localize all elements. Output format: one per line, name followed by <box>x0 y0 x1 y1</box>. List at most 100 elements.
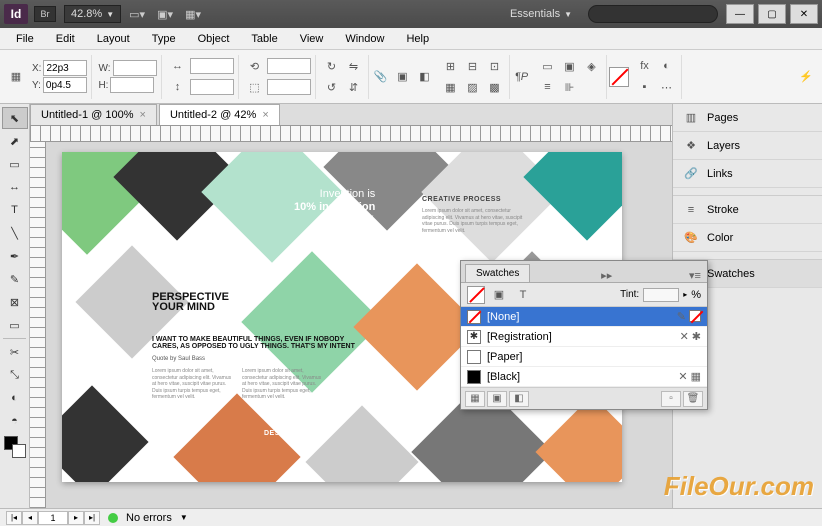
shear-input[interactable] <box>267 79 311 95</box>
paragraph-style-icon[interactable]: ¶P <box>512 67 532 87</box>
tint-input[interactable] <box>643 288 679 302</box>
next-page-button[interactable]: ▸ <box>68 511 84 525</box>
show-color-swatches-button[interactable]: ▣ <box>487 391 507 407</box>
collapse-icon[interactable]: ▸▸ <box>595 269 618 282</box>
wrap-none-icon[interactable]: ▭ <box>538 56 558 76</box>
line-tool[interactable]: ╲ <box>2 222 28 244</box>
fit-content-icon[interactable]: ⊞ <box>441 56 461 76</box>
rectangle-frame-tool[interactable]: ⊠ <box>2 291 28 313</box>
clip-icon[interactable]: 📎 <box>371 67 391 87</box>
swatch-row[interactable]: [Registration] ✕✱ <box>461 327 707 347</box>
flip-v-icon[interactable]: ⇵ <box>344 77 364 97</box>
scale-y-icon[interactable]: ↕ <box>168 77 188 97</box>
gap-tool[interactable]: ↔ <box>2 176 28 198</box>
arrange-docs-icon[interactable]: ▦▾ <box>181 3 205 25</box>
swatches-panel[interactable]: Swatches ▸▸ ▾≡ ▣ T Tint: ▸ % [None] ✎ [R… <box>460 260 708 410</box>
prev-page-button[interactable]: ◂ <box>22 511 38 525</box>
select-content-icon[interactable]: ◧ <box>415 67 435 87</box>
flip-h-icon[interactable]: ⇋ <box>344 56 364 76</box>
x-input[interactable] <box>43 60 87 76</box>
selection-tool[interactable]: ⬉ <box>2 107 28 129</box>
menu-file[interactable]: File <box>6 30 44 48</box>
h-input[interactable] <box>110 77 154 93</box>
menu-object[interactable]: Object <box>188 30 240 48</box>
menu-type[interactable]: Type <box>142 30 186 48</box>
gradient-feather-tool[interactable]: ◓ <box>2 410 28 432</box>
scissors-tool[interactable]: ✂ <box>2 341 28 363</box>
panel-pages[interactable]: ▥Pages <box>673 104 822 132</box>
free-transform-tool[interactable]: ⤡ <box>2 364 28 386</box>
shear-icon[interactable]: ⬚ <box>245 77 265 97</box>
panel-links[interactable]: 🔗Links <box>673 160 822 188</box>
swatch-row[interactable]: [Black] ✕▦ <box>461 367 707 387</box>
document-tab[interactable]: Untitled-2 @ 42%× <box>159 104 280 125</box>
scale-y-input[interactable] <box>190 79 234 95</box>
w-input[interactable] <box>113 60 157 76</box>
tint-arrow-icon[interactable]: ▸ <box>683 290 687 299</box>
menu-edit[interactable]: Edit <box>46 30 85 48</box>
fill-stroke-swatch[interactable] <box>2 434 28 460</box>
page-tool[interactable]: ▭ <box>2 153 28 175</box>
pen-tool[interactable]: ✒ <box>2 245 28 267</box>
show-all-swatches-button[interactable]: ▦ <box>465 391 485 407</box>
fit-frame-icon[interactable]: ⊟ <box>463 56 483 76</box>
wrap-bbox-icon[interactable]: ▣ <box>560 56 580 76</box>
quick-apply-icon[interactable]: ⚡ <box>796 67 816 87</box>
wrap-shape-icon[interactable]: ◈ <box>582 56 602 76</box>
fill-swatch[interactable] <box>467 286 485 304</box>
workspace-switcher[interactable]: Essentials ▼ <box>500 6 582 22</box>
last-page-button[interactable]: ▸| <box>84 511 100 525</box>
close-button[interactable]: ✕ <box>790 4 818 24</box>
formatting-container-icon[interactable]: ▣ <box>489 285 509 305</box>
panel-stroke[interactable]: ≡Stroke <box>673 196 822 224</box>
vertical-ruler[interactable] <box>30 142 46 508</box>
maximize-button[interactable]: ▢ <box>758 4 786 24</box>
menu-view[interactable]: View <box>290 30 334 48</box>
scale-x-input[interactable] <box>190 58 234 74</box>
new-swatch-button[interactable]: ▫ <box>661 391 681 407</box>
y-input[interactable] <box>43 77 87 93</box>
menu-layout[interactable]: Layout <box>87 30 140 48</box>
page-number-input[interactable] <box>38 511 68 525</box>
more-options-icon[interactable]: ⋯ <box>657 77 677 97</box>
swatches-tab[interactable]: Swatches <box>465 264 530 282</box>
panel-layers[interactable]: ❖Layers <box>673 132 822 160</box>
drop-shadow-icon[interactable]: ▪ <box>635 77 655 97</box>
rectangle-tool[interactable]: ▭ <box>2 314 28 336</box>
rotate-input[interactable] <box>267 58 311 74</box>
show-gradient-swatches-button[interactable]: ◧ <box>509 391 529 407</box>
center-content-icon[interactable]: ⊡ <box>485 56 505 76</box>
select-container-icon[interactable]: ▣ <box>393 67 413 87</box>
swatch-row[interactable]: [Paper] <box>461 347 707 367</box>
gradient-swatch-tool[interactable]: ◐ <box>2 387 28 409</box>
horizontal-ruler[interactable] <box>30 126 672 142</box>
minimize-button[interactable]: — <box>726 4 754 24</box>
fill-frame-icon[interactable]: ▦ <box>441 77 461 97</box>
rotate-ccw-icon[interactable]: ↺ <box>322 77 342 97</box>
swatch-row[interactable]: [None] ✎ <box>461 307 707 327</box>
reference-point-icon[interactable]: ▦ <box>6 67 26 87</box>
view-options-icon[interactable]: ▭▾ <box>125 3 149 25</box>
screen-mode-icon[interactable]: ▣▾ <box>153 3 177 25</box>
auto-fit-icon[interactable]: ▩ <box>485 77 505 97</box>
bridge-button[interactable]: Br <box>34 6 56 22</box>
panel-color[interactable]: 🎨Color <box>673 224 822 252</box>
chevron-down-icon[interactable]: ▼ <box>180 513 188 522</box>
first-page-button[interactable]: |◂ <box>6 511 22 525</box>
delete-swatch-button[interactable]: 🗑 <box>683 391 703 407</box>
rotate-icon[interactable]: ⟲ <box>245 56 265 76</box>
close-icon[interactable]: × <box>140 109 146 121</box>
formatting-text-icon[interactable]: T <box>513 285 533 305</box>
fit-prop-icon[interactable]: ▨ <box>463 77 483 97</box>
fill-none-icon[interactable] <box>609 67 629 87</box>
wrap-jump-icon[interactable]: ≡ <box>538 77 558 97</box>
opacity-icon[interactable]: ◐ <box>657 56 677 76</box>
rotate-cw-icon[interactable]: ↻ <box>322 56 342 76</box>
effects-icon[interactable]: fx <box>635 56 655 76</box>
menu-table[interactable]: Table <box>241 30 287 48</box>
pencil-tool[interactable]: ✎ <box>2 268 28 290</box>
menu-help[interactable]: Help <box>396 30 439 48</box>
wrap-next-icon[interactable]: ⊪ <box>560 77 580 97</box>
menu-window[interactable]: Window <box>335 30 394 48</box>
type-tool[interactable]: T <box>2 199 28 221</box>
